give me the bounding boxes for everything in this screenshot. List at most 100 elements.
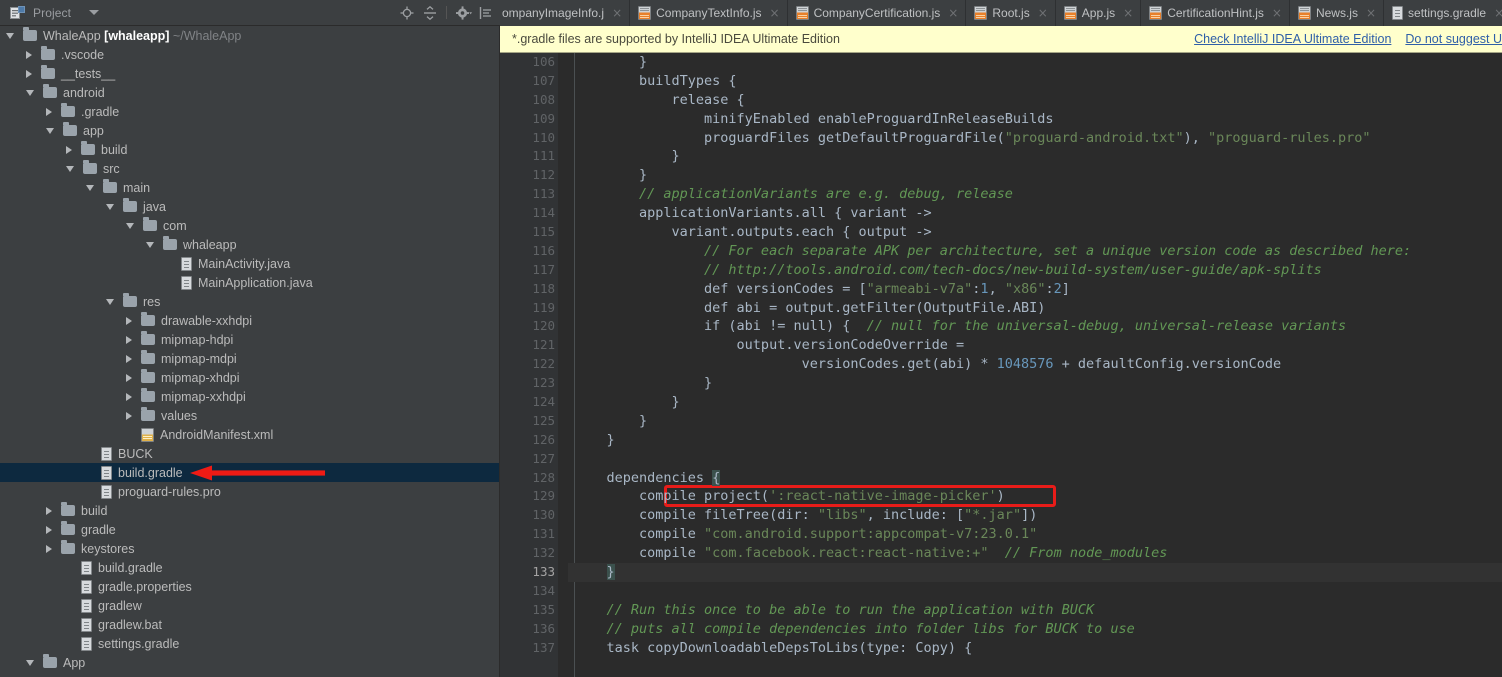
code-line[interactable]: } xyxy=(568,147,1502,166)
close-icon[interactable]: × xyxy=(612,7,622,19)
tree-row[interactable]: build.gradle xyxy=(0,558,499,577)
chevron-down-icon[interactable] xyxy=(6,32,14,39)
gear-icon[interactable] xyxy=(456,5,472,20)
code-line[interactable]: if (abi != null) { // null for the unive… xyxy=(568,317,1502,336)
code-line[interactable]: proguardFiles getDefaultProguardFile("pr… xyxy=(568,129,1502,148)
project-tree[interactable]: WhaleApp [whaleapp] ~/WhaleApp .vscode __t… xyxy=(0,26,500,677)
chevron-down-icon[interactable] xyxy=(106,298,114,305)
chevron-right-icon[interactable] xyxy=(126,392,132,401)
tree-row[interactable]: main xyxy=(0,178,499,197)
code-line[interactable]: versionCodes.get(abi) * 1048576 + defaul… xyxy=(568,355,1502,374)
code-line[interactable]: } xyxy=(568,374,1502,393)
tree-row[interactable]: gradle xyxy=(0,520,499,539)
chevron-down-icon[interactable] xyxy=(106,203,114,210)
tree-row[interactable]: .gradle xyxy=(0,102,499,121)
chevron-down-icon[interactable] xyxy=(126,222,134,229)
code-line[interactable]: task copyDownloadableDepsToLibs(type: Co… xyxy=(568,639,1502,658)
editor-tab[interactable]: App.js × xyxy=(1055,0,1142,26)
collapse-all-icon[interactable] xyxy=(423,5,437,20)
do-not-suggest-link[interactable]: Do not suggest U xyxy=(1405,32,1502,46)
code-line[interactable]: variant.outputs.each { output -> xyxy=(568,223,1502,242)
code-content[interactable]: } buildTypes { release { minifyEnabled e… xyxy=(568,53,1502,677)
tree-row[interactable]: com xyxy=(0,216,499,235)
tree-row[interactable]: __tests__ xyxy=(0,64,499,83)
code-line[interactable]: applicationVariants.all { variant -> xyxy=(568,204,1502,223)
chevron-right-icon[interactable] xyxy=(26,69,32,78)
tree-row[interactable]: mipmap-xxhdpi xyxy=(0,387,499,406)
chevron-right-icon[interactable] xyxy=(46,506,52,515)
code-line[interactable]: minifyEnabled enableProguardInReleaseBui… xyxy=(568,110,1502,129)
editor-tab[interactable]: Root.js × xyxy=(966,0,1056,26)
tree-row[interactable]: values xyxy=(0,406,499,425)
tree-row[interactable]: gradlew xyxy=(0,596,499,615)
code-line[interactable]: } xyxy=(568,431,1502,450)
editor-tab[interactable]: ompanyImageInfo.j × xyxy=(500,0,631,26)
tree-row[interactable]: android xyxy=(0,83,499,102)
editor-tab[interactable]: settings.gradle × xyxy=(1384,0,1502,26)
code-line[interactable]: compile "com.android.support:appcompat-v… xyxy=(568,525,1502,544)
tree-row[interactable]: mipmap-mdpi xyxy=(0,349,499,368)
close-icon[interactable]: × xyxy=(1494,7,1502,19)
chevron-right-icon[interactable] xyxy=(126,411,132,420)
tree-row[interactable]: gradlew.bat xyxy=(0,615,499,634)
chevron-down-icon[interactable] xyxy=(66,165,74,172)
close-icon[interactable]: × xyxy=(1366,7,1376,19)
editor-tab[interactable]: CertificationHint.js × xyxy=(1141,0,1290,26)
tree-row[interactable]: app xyxy=(0,121,499,140)
tree-row[interactable]: res xyxy=(0,292,499,311)
tree-row[interactable]: src xyxy=(0,159,499,178)
close-icon[interactable]: × xyxy=(948,7,958,19)
tree-row[interactable]: drawable-xxhdpi xyxy=(0,311,499,330)
close-icon[interactable]: × xyxy=(1123,7,1133,19)
check-ultimate-edition-link[interactable]: Check IntelliJ IDEA Ultimate Edition xyxy=(1194,32,1391,46)
tree-row[interactable]: mipmap-hdpi xyxy=(0,330,499,349)
tree-row[interactable]: BUCK xyxy=(0,444,499,463)
editor-tab[interactable]: News.js × xyxy=(1289,0,1385,26)
code-line[interactable]: release { xyxy=(568,91,1502,110)
chevron-down-icon[interactable] xyxy=(146,241,154,248)
chevron-right-icon[interactable] xyxy=(126,335,132,344)
tree-row[interactable]: java xyxy=(0,197,499,216)
chevron-right-icon[interactable] xyxy=(66,145,72,154)
hide-panel-icon[interactable] xyxy=(479,6,493,20)
code-line[interactable]: // puts all compile dependencies into fo… xyxy=(568,620,1502,639)
close-icon[interactable]: × xyxy=(1272,7,1282,19)
editor-tab[interactable]: CompanyCertification.js × xyxy=(787,0,967,26)
code-line[interactable]: // http://tools.android.com/tech-docs/ne… xyxy=(568,261,1502,280)
tree-row[interactable]: whaleapp xyxy=(0,235,499,254)
tree-row[interactable]: settings.gradle xyxy=(0,634,499,653)
editor-tab[interactable]: CompanyTextInfo.js × xyxy=(630,0,788,26)
tree-row[interactable]: MainActivity.java xyxy=(0,254,499,273)
chevron-right-icon[interactable] xyxy=(126,373,132,382)
code-line[interactable]: } xyxy=(568,563,1502,582)
chevron-down-icon[interactable] xyxy=(89,10,100,15)
locate-target-icon[interactable] xyxy=(400,6,414,20)
code-line[interactable]: compile project(':react-native-image-pic… xyxy=(568,487,1502,506)
code-line[interactable]: output.versionCodeOverride = xyxy=(568,336,1502,355)
tree-row[interactable]: .vscode xyxy=(0,45,499,64)
chevron-right-icon[interactable] xyxy=(26,50,32,59)
tree-row[interactable]: keystores xyxy=(0,539,499,558)
tree-row[interactable]: mipmap-xhdpi xyxy=(0,368,499,387)
code-line[interactable]: } xyxy=(568,393,1502,412)
tree-row[interactable]: proguard-rules.pro xyxy=(0,482,499,501)
tree-row[interactable]: gradle.properties xyxy=(0,577,499,596)
tree-row[interactable]: WhaleApp [whaleapp] ~/WhaleApp xyxy=(0,26,499,45)
code-line[interactable]: // For each separate APK per architectur… xyxy=(568,242,1502,261)
chevron-down-icon[interactable] xyxy=(46,127,54,134)
chevron-right-icon[interactable] xyxy=(46,544,52,553)
chevron-right-icon[interactable] xyxy=(46,525,52,534)
code-editor[interactable]: 106 107 108 109 110 111 112 113 114 115 116 117 118 1… xyxy=(500,53,1502,677)
code-line[interactable]: } xyxy=(568,166,1502,185)
code-line[interactable]: // Run this once to be able to run the a… xyxy=(568,601,1502,620)
chevron-down-icon[interactable] xyxy=(26,659,34,666)
code-line[interactable]: } xyxy=(568,412,1502,431)
tree-row-selected[interactable]: build.gradle xyxy=(0,463,499,482)
chevron-down-icon[interactable] xyxy=(26,89,34,96)
code-line[interactable]: // applicationVariants are e.g. debug, r… xyxy=(568,185,1502,204)
code-line[interactable]: def abi = output.getFilter(OutputFile.AB… xyxy=(568,299,1502,318)
code-line[interactable]: compile fileTree(dir: "libs", include: [… xyxy=(568,506,1502,525)
code-line[interactable]: dependencies { xyxy=(568,469,1502,488)
tree-row[interactable]: build xyxy=(0,501,499,520)
tree-row[interactable]: MainApplication.java xyxy=(0,273,499,292)
